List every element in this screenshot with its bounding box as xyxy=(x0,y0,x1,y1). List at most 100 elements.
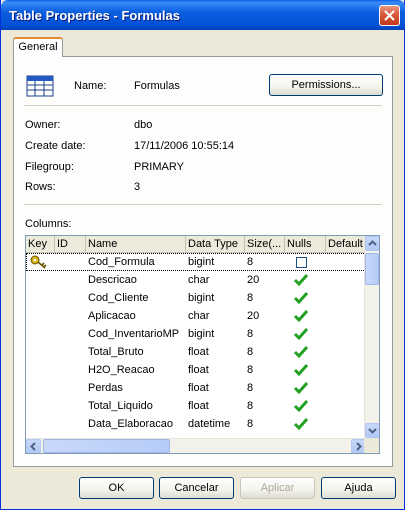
vertical-scrollbar[interactable] xyxy=(364,236,379,438)
cell-key[interactable] xyxy=(26,361,55,379)
cell-default[interactable] xyxy=(326,253,366,271)
cell-default[interactable] xyxy=(326,343,366,361)
cell-nulls[interactable] xyxy=(285,307,326,325)
table-row[interactable]: Cod_InventarioMP bigint 8 xyxy=(26,325,366,343)
header-size[interactable]: Size(... xyxy=(245,236,285,253)
cell-nulls[interactable] xyxy=(285,325,326,343)
cell-name[interactable]: Total_Liquido xyxy=(86,397,186,415)
cell-name[interactable]: Cod_Formula xyxy=(86,253,186,271)
header-nulls[interactable]: Nulls xyxy=(285,236,326,253)
cell-nulls[interactable] xyxy=(285,379,326,397)
cell-size[interactable]: 8 xyxy=(245,325,285,343)
cell-default[interactable] xyxy=(326,271,366,289)
cancel-button[interactable]: Cancelar xyxy=(159,477,234,499)
table-row[interactable]: Descricao char 20 xyxy=(26,271,366,289)
cell-id[interactable] xyxy=(55,343,86,361)
header-default[interactable]: Default xyxy=(326,236,366,253)
header-id[interactable]: ID xyxy=(55,236,86,253)
cell-nulls[interactable] xyxy=(285,253,326,271)
cell-size[interactable]: 8 xyxy=(245,361,285,379)
cell-data-type[interactable]: float xyxy=(186,397,245,415)
cell-size[interactable]: 20 xyxy=(245,271,285,289)
header-name[interactable]: Name xyxy=(86,236,186,253)
cell-key[interactable] xyxy=(26,253,55,271)
table-row[interactable]: Total_Bruto float 8 xyxy=(26,343,366,361)
cell-data-type[interactable]: bigint xyxy=(186,325,245,343)
cell-size[interactable]: 8 xyxy=(245,343,285,361)
cell-default[interactable] xyxy=(326,397,366,415)
cell-nulls[interactable] xyxy=(285,289,326,307)
horizontal-scroll-thumb[interactable] xyxy=(43,439,170,453)
cell-size[interactable]: 8 xyxy=(245,415,285,433)
table-row[interactable]: Total_Liquido float 8 xyxy=(26,397,366,415)
cell-key[interactable] xyxy=(26,325,55,343)
tab-general[interactable]: General xyxy=(13,37,63,57)
cell-key[interactable] xyxy=(26,379,55,397)
title-bar[interactable]: Table Properties - Formulas xyxy=(1,0,405,30)
cell-data-type[interactable]: datetime xyxy=(186,415,245,433)
scroll-left-button[interactable] xyxy=(26,439,41,453)
cell-nulls[interactable] xyxy=(285,361,326,379)
cell-size[interactable]: 8 xyxy=(245,397,285,415)
table-row[interactable]: Perdas float 8 xyxy=(26,379,366,397)
columns-grid[interactable]: Key ID Name Data Type Size(... Nulls Def… xyxy=(25,235,380,454)
cell-name[interactable]: Perdas xyxy=(86,379,186,397)
cell-default[interactable] xyxy=(326,289,366,307)
cell-name[interactable]: Cod_InventarioMP xyxy=(86,325,186,343)
cell-nulls[interactable] xyxy=(285,415,326,433)
cell-id[interactable] xyxy=(55,307,86,325)
cell-nulls[interactable] xyxy=(285,271,326,289)
cell-size[interactable]: 20 xyxy=(245,307,285,325)
cell-id[interactable] xyxy=(55,397,86,415)
cell-data-type[interactable]: bigint xyxy=(186,289,245,307)
cell-data-type[interactable]: char xyxy=(186,271,245,289)
cell-nulls[interactable] xyxy=(285,343,326,361)
table-row[interactable]: H2O_Reacao float 8 xyxy=(26,361,366,379)
cell-key[interactable] xyxy=(26,271,55,289)
cell-key[interactable] xyxy=(26,397,55,415)
table-row[interactable]: Data_Elaboracao datetime 8 xyxy=(26,415,366,433)
permissions-button[interactable]: Permissions... xyxy=(269,74,383,96)
cell-id[interactable] xyxy=(55,415,86,433)
scroll-up-button[interactable] xyxy=(365,236,379,251)
scroll-down-button[interactable] xyxy=(365,423,379,438)
cell-size[interactable]: 8 xyxy=(245,379,285,397)
cell-name[interactable]: Aplicacao xyxy=(86,307,186,325)
cell-size[interactable]: 8 xyxy=(245,289,285,307)
cell-default[interactable] xyxy=(326,361,366,379)
cell-id[interactable] xyxy=(55,379,86,397)
cell-id[interactable] xyxy=(55,361,86,379)
cell-name[interactable]: Descricao xyxy=(86,271,186,289)
cell-id[interactable] xyxy=(55,325,86,343)
cell-default[interactable] xyxy=(326,307,366,325)
cell-data-type[interactable]: char xyxy=(186,307,245,325)
cell-default[interactable] xyxy=(326,415,366,433)
cell-key[interactable] xyxy=(26,307,55,325)
cell-data-type[interactable]: float xyxy=(186,361,245,379)
cell-default[interactable] xyxy=(326,379,366,397)
cell-data-type[interactable]: float xyxy=(186,343,245,361)
ok-button[interactable]: OK xyxy=(79,477,154,499)
cell-key[interactable] xyxy=(26,343,55,361)
cell-id[interactable] xyxy=(55,289,86,307)
cell-key[interactable] xyxy=(26,289,55,307)
cell-name[interactable]: H2O_Reacao xyxy=(86,361,186,379)
cell-name[interactable]: Cod_Cliente xyxy=(86,289,186,307)
cell-size[interactable]: 8 xyxy=(245,253,285,271)
table-row[interactable]: Cod_Formula bigint 8 xyxy=(26,253,366,271)
table-row[interactable]: Cod_Cliente bigint 8 xyxy=(26,289,366,307)
cell-nulls[interactable] xyxy=(285,397,326,415)
cell-id[interactable] xyxy=(55,253,86,271)
header-key[interactable]: Key xyxy=(26,236,55,253)
nulls-checkbox[interactable] xyxy=(296,257,307,268)
cell-id[interactable] xyxy=(55,271,86,289)
help-button[interactable]: Ajuda xyxy=(321,477,396,499)
cell-data-type[interactable]: bigint xyxy=(186,253,245,271)
cell-key[interactable] xyxy=(26,415,55,433)
horizontal-scrollbar[interactable] xyxy=(26,438,366,453)
table-row[interactable]: Aplicacao char 20 xyxy=(26,307,366,325)
cell-default[interactable] xyxy=(326,325,366,343)
apply-button[interactable]: Aplicar xyxy=(240,477,315,499)
cell-name[interactable]: Data_Elaboracao xyxy=(86,415,186,433)
header-data-type[interactable]: Data Type xyxy=(186,236,245,253)
